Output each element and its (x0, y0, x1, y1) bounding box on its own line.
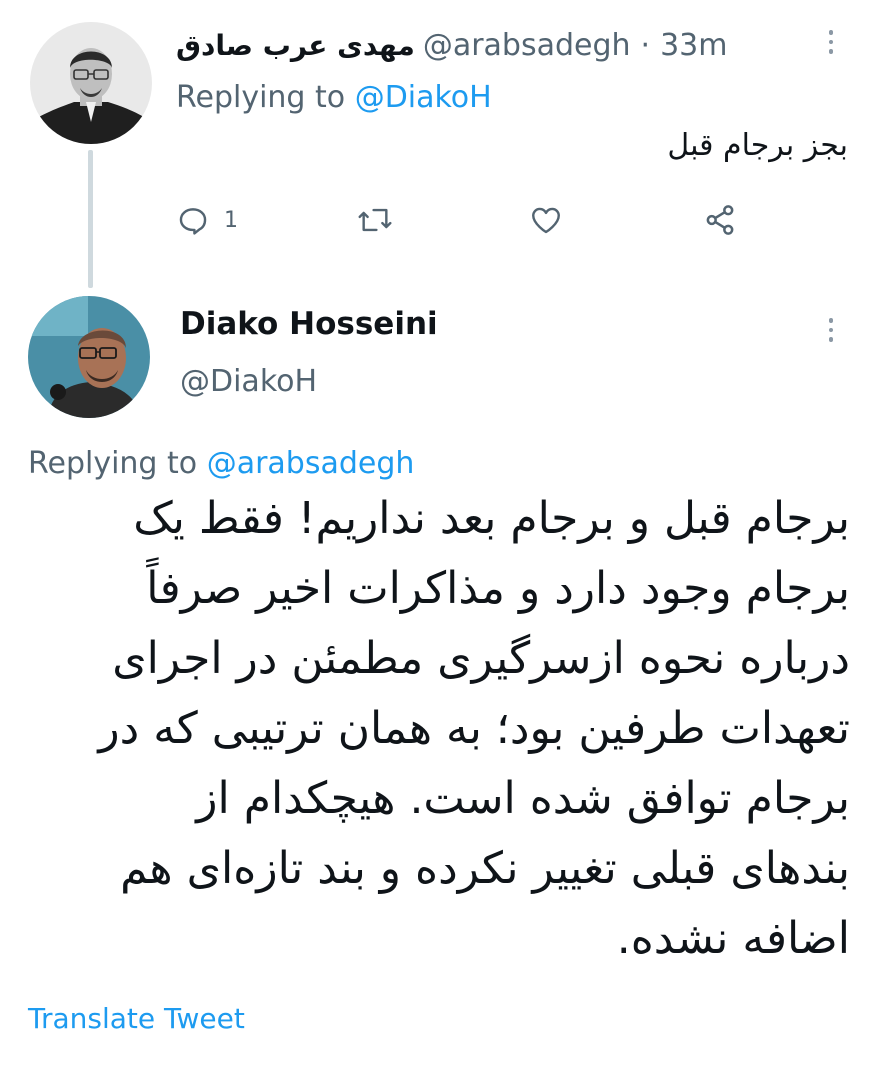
tweet-text-line: اضافه نشده. (616, 913, 850, 964)
separator: · (640, 27, 651, 63)
share-button[interactable] (702, 196, 738, 244)
user-handle[interactable]: @arabsadegh (423, 28, 631, 63)
tweet-text-line: برجام قبل و برجام بعد نداریم! فقط یک (133, 493, 850, 544)
translate-tweet-link[interactable]: Translate Tweet (28, 1002, 245, 1035)
replying-to-label: Replying to (28, 446, 198, 481)
more-vertical-icon[interactable] (824, 318, 838, 342)
like-button[interactable] (528, 196, 564, 244)
tweet-text-line: برجام توافق شده است. هیچکدام از (196, 773, 850, 824)
reply-button[interactable]: 1 (176, 196, 238, 244)
tweet-text: بجز برجام قبل (667, 128, 848, 163)
user-handle[interactable]: @DiakoH (180, 364, 317, 399)
timestamp[interactable]: 33m (660, 28, 727, 63)
replying-to: Replying to @arabsadegh (28, 446, 414, 481)
replying-to-mention[interactable]: @arabsadegh (207, 446, 415, 481)
tweet-text-line: بندهای قبلی تغییر نکرده و بند تازه‌ای هم (120, 843, 850, 894)
retweet-icon (358, 208, 392, 232)
replying-to-mention[interactable]: @DiakoH (355, 80, 492, 115)
more-vertical-icon[interactable] (824, 30, 838, 54)
heart-icon (532, 207, 560, 234)
retweet-button[interactable] (356, 196, 394, 244)
reply-count: 1 (224, 207, 238, 233)
tweet-text-line: برجام وجود دارد و مذاکرات اخیر صرفاً (146, 563, 850, 614)
tweet-text-line: تعهدات طرفین بود؛ به همان ترتیبی که در (98, 703, 850, 754)
tweet-text-line: درباره نحوه ازسرگیری مطمئن در اجرای (112, 633, 850, 684)
reply-icon (179, 208, 207, 235)
display-name[interactable]: مهدی عرب صادق (176, 29, 415, 62)
tweet-text: برجام قبل و برجام بعد نداریم! فقط یک برج… (20, 484, 850, 974)
replying-to: Replying to @DiakoH (176, 80, 492, 115)
avatar-photo-icon (28, 296, 150, 418)
avatar-photo-icon (30, 22, 152, 144)
tweet-header: مهدی عرب صادق @arabsadegh · 33m (176, 22, 727, 68)
display-name[interactable]: Diako Hosseini (180, 306, 438, 342)
thread-line (88, 150, 93, 288)
share-icon (706, 205, 734, 235)
avatar[interactable] (28, 296, 150, 418)
replying-to-label: Replying to (176, 80, 346, 115)
avatar[interactable] (30, 22, 152, 144)
